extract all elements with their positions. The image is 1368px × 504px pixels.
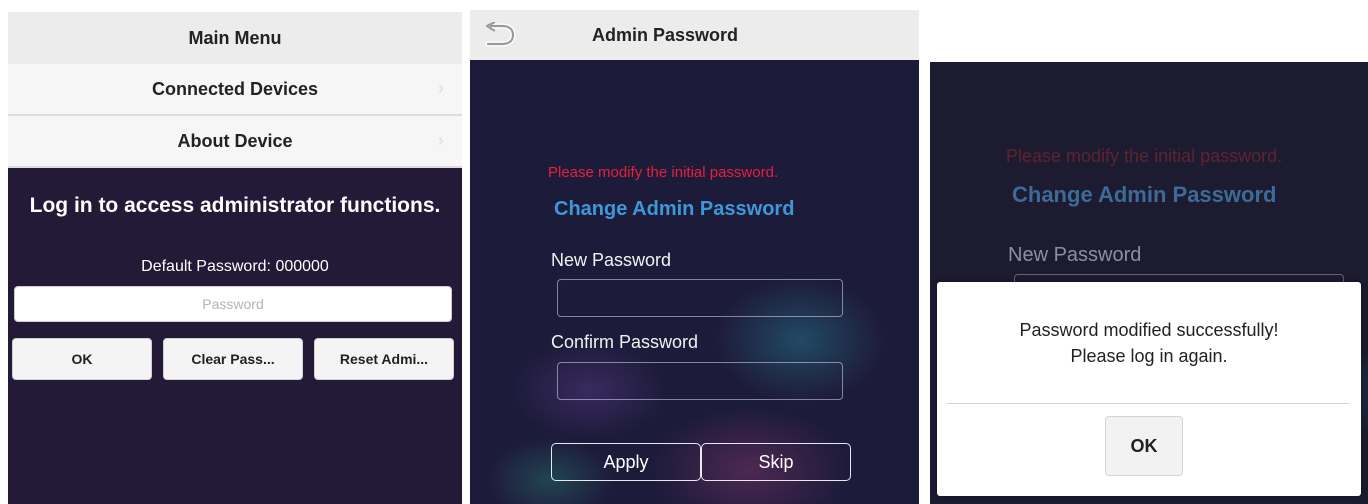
new-password-label: New Password	[1008, 244, 1142, 266]
dialog-ok-button[interactable]: OK	[1105, 416, 1183, 476]
admin-password-screen: Admin Password Please modify the initial…	[470, 10, 919, 504]
login-prompt-heading: Log in to access administrator functions…	[29, 194, 441, 217]
skip-button[interactable]: Skip	[701, 443, 851, 481]
change-admin-password-heading: Change Admin Password	[554, 198, 795, 220]
main-menu-header: Main Menu	[8, 12, 462, 65]
password-success-screen: Please modify the initial password. Chan…	[930, 62, 1368, 504]
confirm-password-label: Confirm Password	[551, 332, 699, 352]
relogin-message: Please log in again.	[1070, 346, 1228, 366]
change-admin-password-heading: Change Admin Password	[1012, 182, 1277, 207]
dialog-divider	[947, 403, 1349, 404]
chevron-right-icon: ›	[438, 130, 444, 150]
main-menu-screen: Main Menu Connected Devices › About Devi…	[8, 12, 462, 504]
menu-item-connected-devices[interactable]: Connected Devices ›	[8, 64, 462, 116]
success-dialog: Password modified successfully! Please l…	[937, 282, 1361, 496]
apply-button[interactable]: Apply	[551, 443, 701, 481]
new-password-label: New Password	[551, 250, 672, 270]
menu-item-label: About Device	[177, 130, 293, 151]
confirm-password-field[interactable]	[557, 362, 843, 400]
initial-password-warning: Please modify the initial password.	[1006, 146, 1283, 166]
new-password-field[interactable]	[557, 279, 843, 317]
clear-password-button[interactable]: Clear Pass...	[163, 338, 303, 380]
initial-password-warning: Please modify the initial password.	[548, 164, 779, 181]
back-arrow-icon[interactable]	[482, 22, 516, 48]
default-password-hint: Default Password: 000000	[141, 258, 329, 275]
menu-item-about-device[interactable]: About Device ›	[8, 116, 462, 168]
ok-button[interactable]: OK	[12, 338, 152, 380]
menu-item-label: Connected Devices	[151, 78, 319, 99]
main-menu-title: Main Menu	[188, 27, 282, 48]
password-input[interactable]	[14, 286, 452, 322]
reset-admin-button[interactable]: Reset Admi...	[314, 338, 454, 380]
success-message: Password modified successfully!	[1019, 320, 1279, 340]
admin-password-header: Admin Password	[470, 10, 919, 60]
chevron-right-icon: ›	[438, 78, 444, 98]
admin-password-title: Admin Password	[592, 25, 739, 45]
